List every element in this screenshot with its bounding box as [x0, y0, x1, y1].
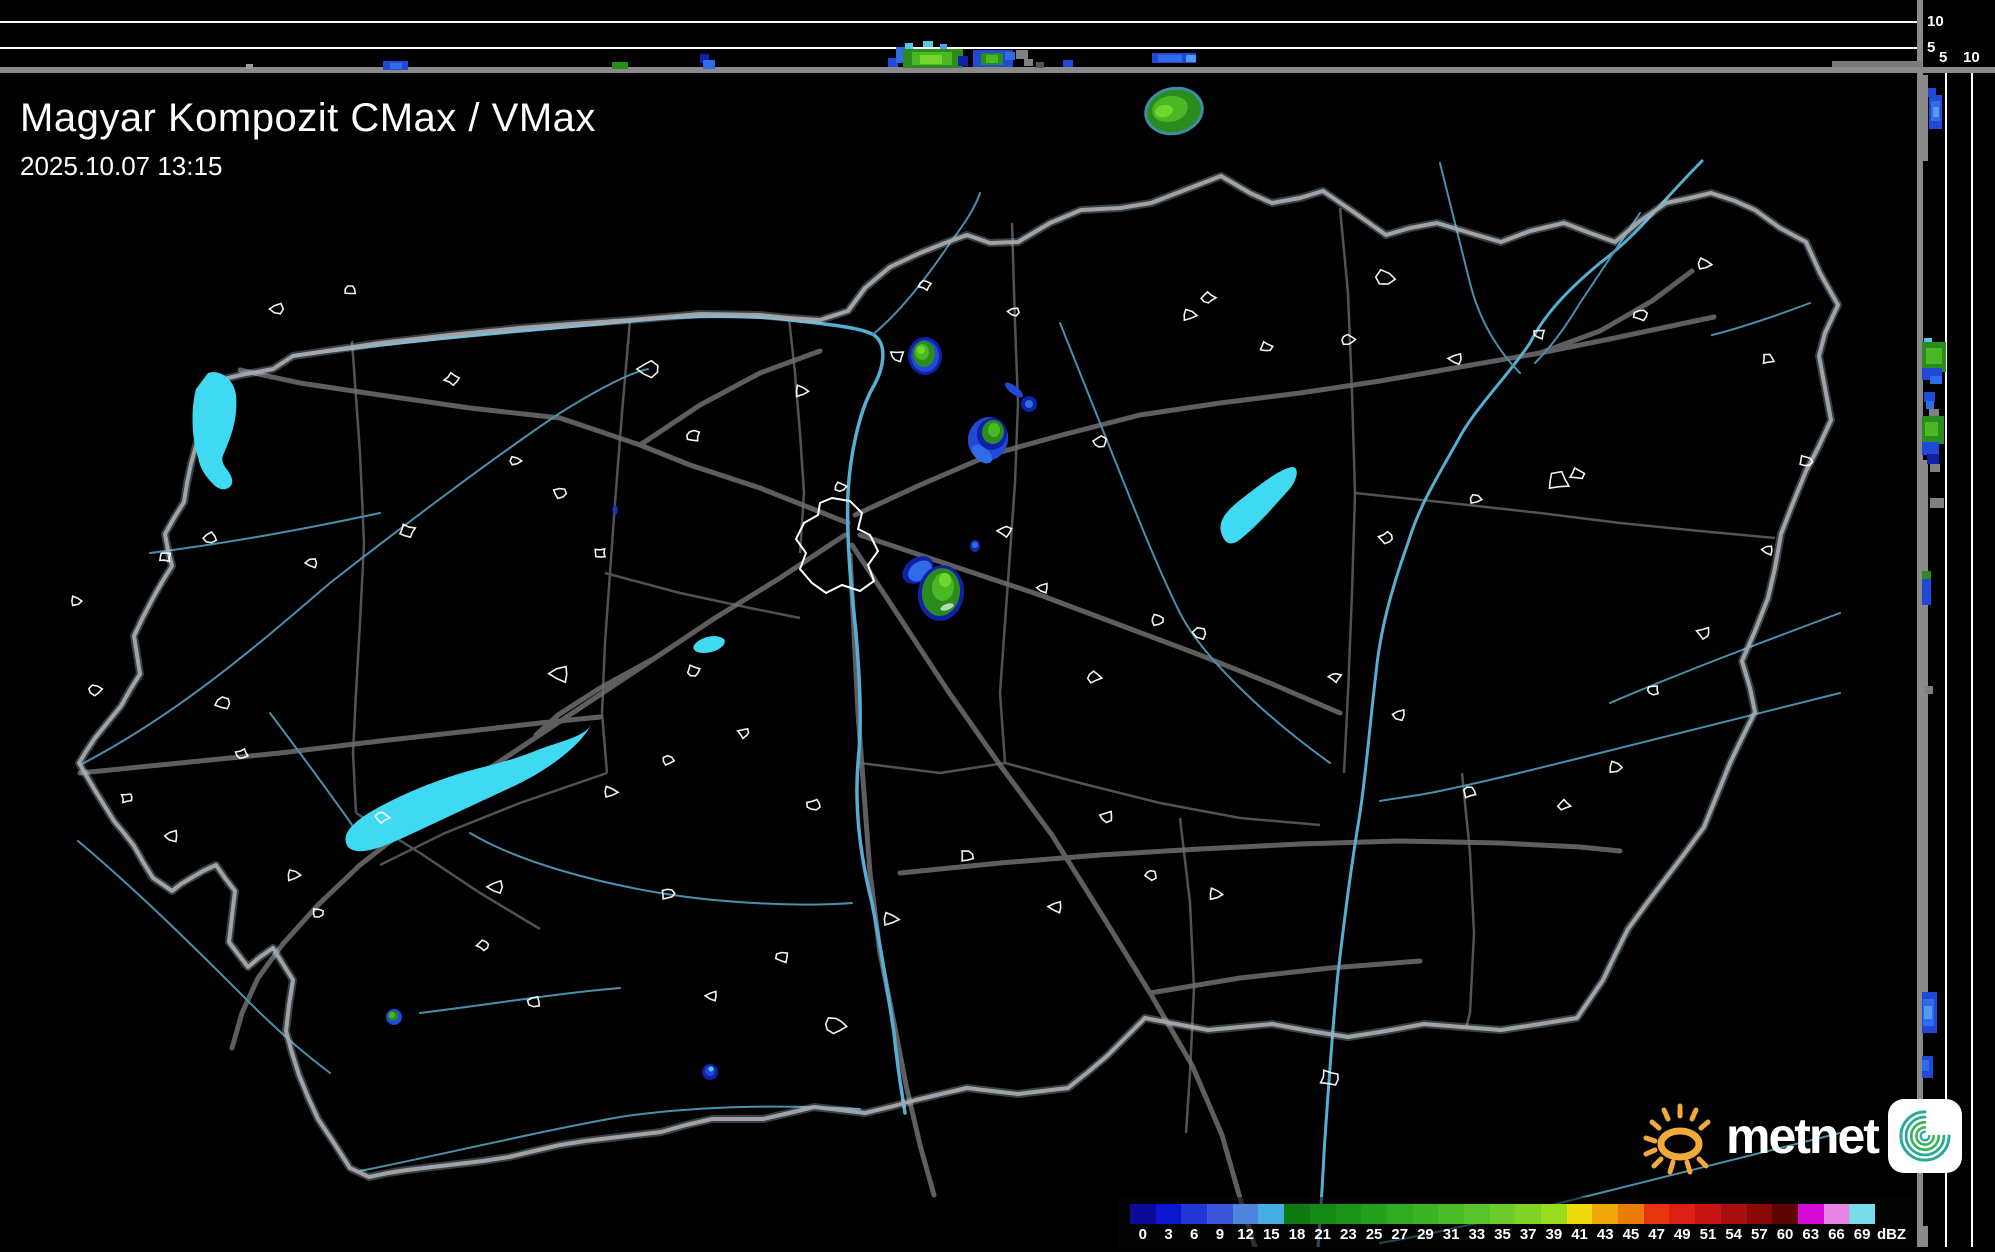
- legend-label: 27: [1391, 1226, 1409, 1243]
- legend-color-scale: [1130, 1204, 1875, 1224]
- legend-label: 3: [1164, 1226, 1173, 1243]
- legend-segment: [1746, 1204, 1773, 1224]
- legend-unit: dBZ: [1876, 1226, 1907, 1243]
- legend-segment: [1181, 1204, 1208, 1224]
- legend-label: 37: [1519, 1226, 1537, 1243]
- hungary-radar-map: [0, 73, 1917, 1250]
- radar-cell-layer: [708, 1066, 714, 1072]
- legend-label: 54: [1725, 1226, 1742, 1243]
- radar-cell-layer: [1025, 400, 1033, 408]
- legend-label: 29: [1417, 1226, 1434, 1243]
- top-axis-label-5: 5: [1927, 39, 1936, 56]
- map-frame-right: [1917, 0, 1923, 1247]
- page-title: Magyar Kompozit CMax / VMax: [20, 96, 596, 140]
- legend-label: 25: [1365, 1226, 1383, 1243]
- legend-label: 33: [1468, 1226, 1486, 1243]
- legend-label: 45: [1622, 1226, 1640, 1243]
- legend-segment: [1669, 1204, 1696, 1224]
- legend-label: 60: [1776, 1226, 1794, 1243]
- legend-segment: [1309, 1204, 1336, 1224]
- right-vmax-strip: [1923, 73, 1995, 1247]
- legend-label: 69: [1853, 1226, 1871, 1243]
- radar-cell-layer: [612, 505, 618, 515]
- legend-label: 6: [1190, 1226, 1199, 1243]
- legend-segment: [1284, 1204, 1310, 1224]
- legend-label: 31: [1442, 1226, 1460, 1243]
- radar-cell-layer: [939, 573, 951, 587]
- top-strip-gridline-5km: [0, 47, 1917, 49]
- legend-label: 21: [1314, 1226, 1331, 1243]
- radar-cell-layer: [972, 542, 978, 548]
- legend-segment: [1592, 1204, 1619, 1224]
- legend-label: 18: [1288, 1226, 1306, 1243]
- top-vmax-strip: [0, 0, 1917, 67]
- legend-label: 15: [1262, 1226, 1280, 1243]
- timestamp: 2025.10.07 13:15: [20, 151, 223, 181]
- legend-segment: [1772, 1204, 1798, 1224]
- legend-segment: [1438, 1204, 1464, 1224]
- radar-cell-layer: [389, 1012, 395, 1018]
- radar-cell-layer: [988, 423, 1000, 437]
- legend-label: 47: [1648, 1226, 1665, 1243]
- legend-label: 57: [1751, 1226, 1768, 1243]
- legend-label: 63: [1802, 1226, 1820, 1243]
- metnet-app-icon: [1887, 1099, 1962, 1173]
- top-strip-gridline-10km: [0, 21, 1917, 23]
- legend-segment: [1130, 1204, 1156, 1224]
- legend-segment: [1386, 1204, 1413, 1224]
- legend-label: 0: [1138, 1226, 1148, 1243]
- legend-label: 43: [1596, 1226, 1614, 1243]
- legend-value-labels: 0 3 6 9 12 15 18 21 23 25 27 29 31 33 35 37 39 41 43 45 47 49…: [1130, 1226, 1907, 1243]
- corner-axis-box: 10 5 5 10: [1923, 0, 1995, 67]
- legend-label: 35: [1494, 1226, 1511, 1243]
- legend-segment: [1155, 1204, 1182, 1224]
- legend-segment: [1515, 1204, 1541, 1224]
- legend-segment: [1258, 1204, 1285, 1224]
- legend-segment: [1489, 1204, 1516, 1224]
- header: Magyar Kompozit CMax / VMax 2025.10.07 1…: [20, 96, 596, 182]
- map-frame-top: [0, 67, 1995, 73]
- legend-label: 51: [1699, 1226, 1717, 1243]
- metnet-wordmark: metnet: [1726, 1108, 1880, 1164]
- legend-segment: [1618, 1204, 1644, 1224]
- legend-label: 41: [1571, 1226, 1588, 1243]
- radar-cell-layer: [917, 346, 925, 354]
- swirl-icon: [1899, 1110, 1951, 1162]
- legend-segment: [1823, 1204, 1850, 1224]
- sun-icon: [1643, 1103, 1711, 1175]
- legend-label: 49: [1673, 1226, 1691, 1243]
- dbz-legend: 0 3 6 9 12 15 18 21 23 25 27 29 31 33 35 37 39 41 43 45 47 49…: [1118, 1197, 1912, 1247]
- legend-segment: [1566, 1204, 1593, 1224]
- legend-segment: [1232, 1204, 1259, 1224]
- legend-segment: [1695, 1204, 1721, 1224]
- legend-segment: [1849, 1204, 1875, 1224]
- legend-segment: [1463, 1204, 1490, 1224]
- legend-segment: [1361, 1204, 1387, 1224]
- legend-segment: [1207, 1204, 1233, 1224]
- legend-segment: [1643, 1204, 1670, 1224]
- top-axis-label-10: 10: [1927, 13, 1944, 30]
- legend-label: 23: [1340, 1226, 1357, 1243]
- legend-label: 12: [1237, 1226, 1254, 1243]
- metnet-logo[interactable]: metnet: [1642, 1096, 1962, 1176]
- terrain-relief: [0, 73, 1917, 1247]
- right-axis-label-5: 5: [1939, 49, 1948, 66]
- legend-segment: [1720, 1204, 1747, 1224]
- legend-label: 9: [1215, 1226, 1225, 1243]
- right-strip-gridline-5km: [1945, 73, 1947, 1247]
- legend-segment: [1412, 1204, 1439, 1224]
- legend-segment: [1797, 1204, 1824, 1224]
- legend-label: 66: [1828, 1226, 1845, 1243]
- legend-label: 39: [1545, 1226, 1563, 1243]
- right-strip-gridline-10km: [1971, 73, 1973, 1247]
- legend-segment: [1335, 1204, 1362, 1224]
- right-axis-label-10: 10: [1963, 49, 1980, 66]
- legend-segment: [1541, 1204, 1567, 1224]
